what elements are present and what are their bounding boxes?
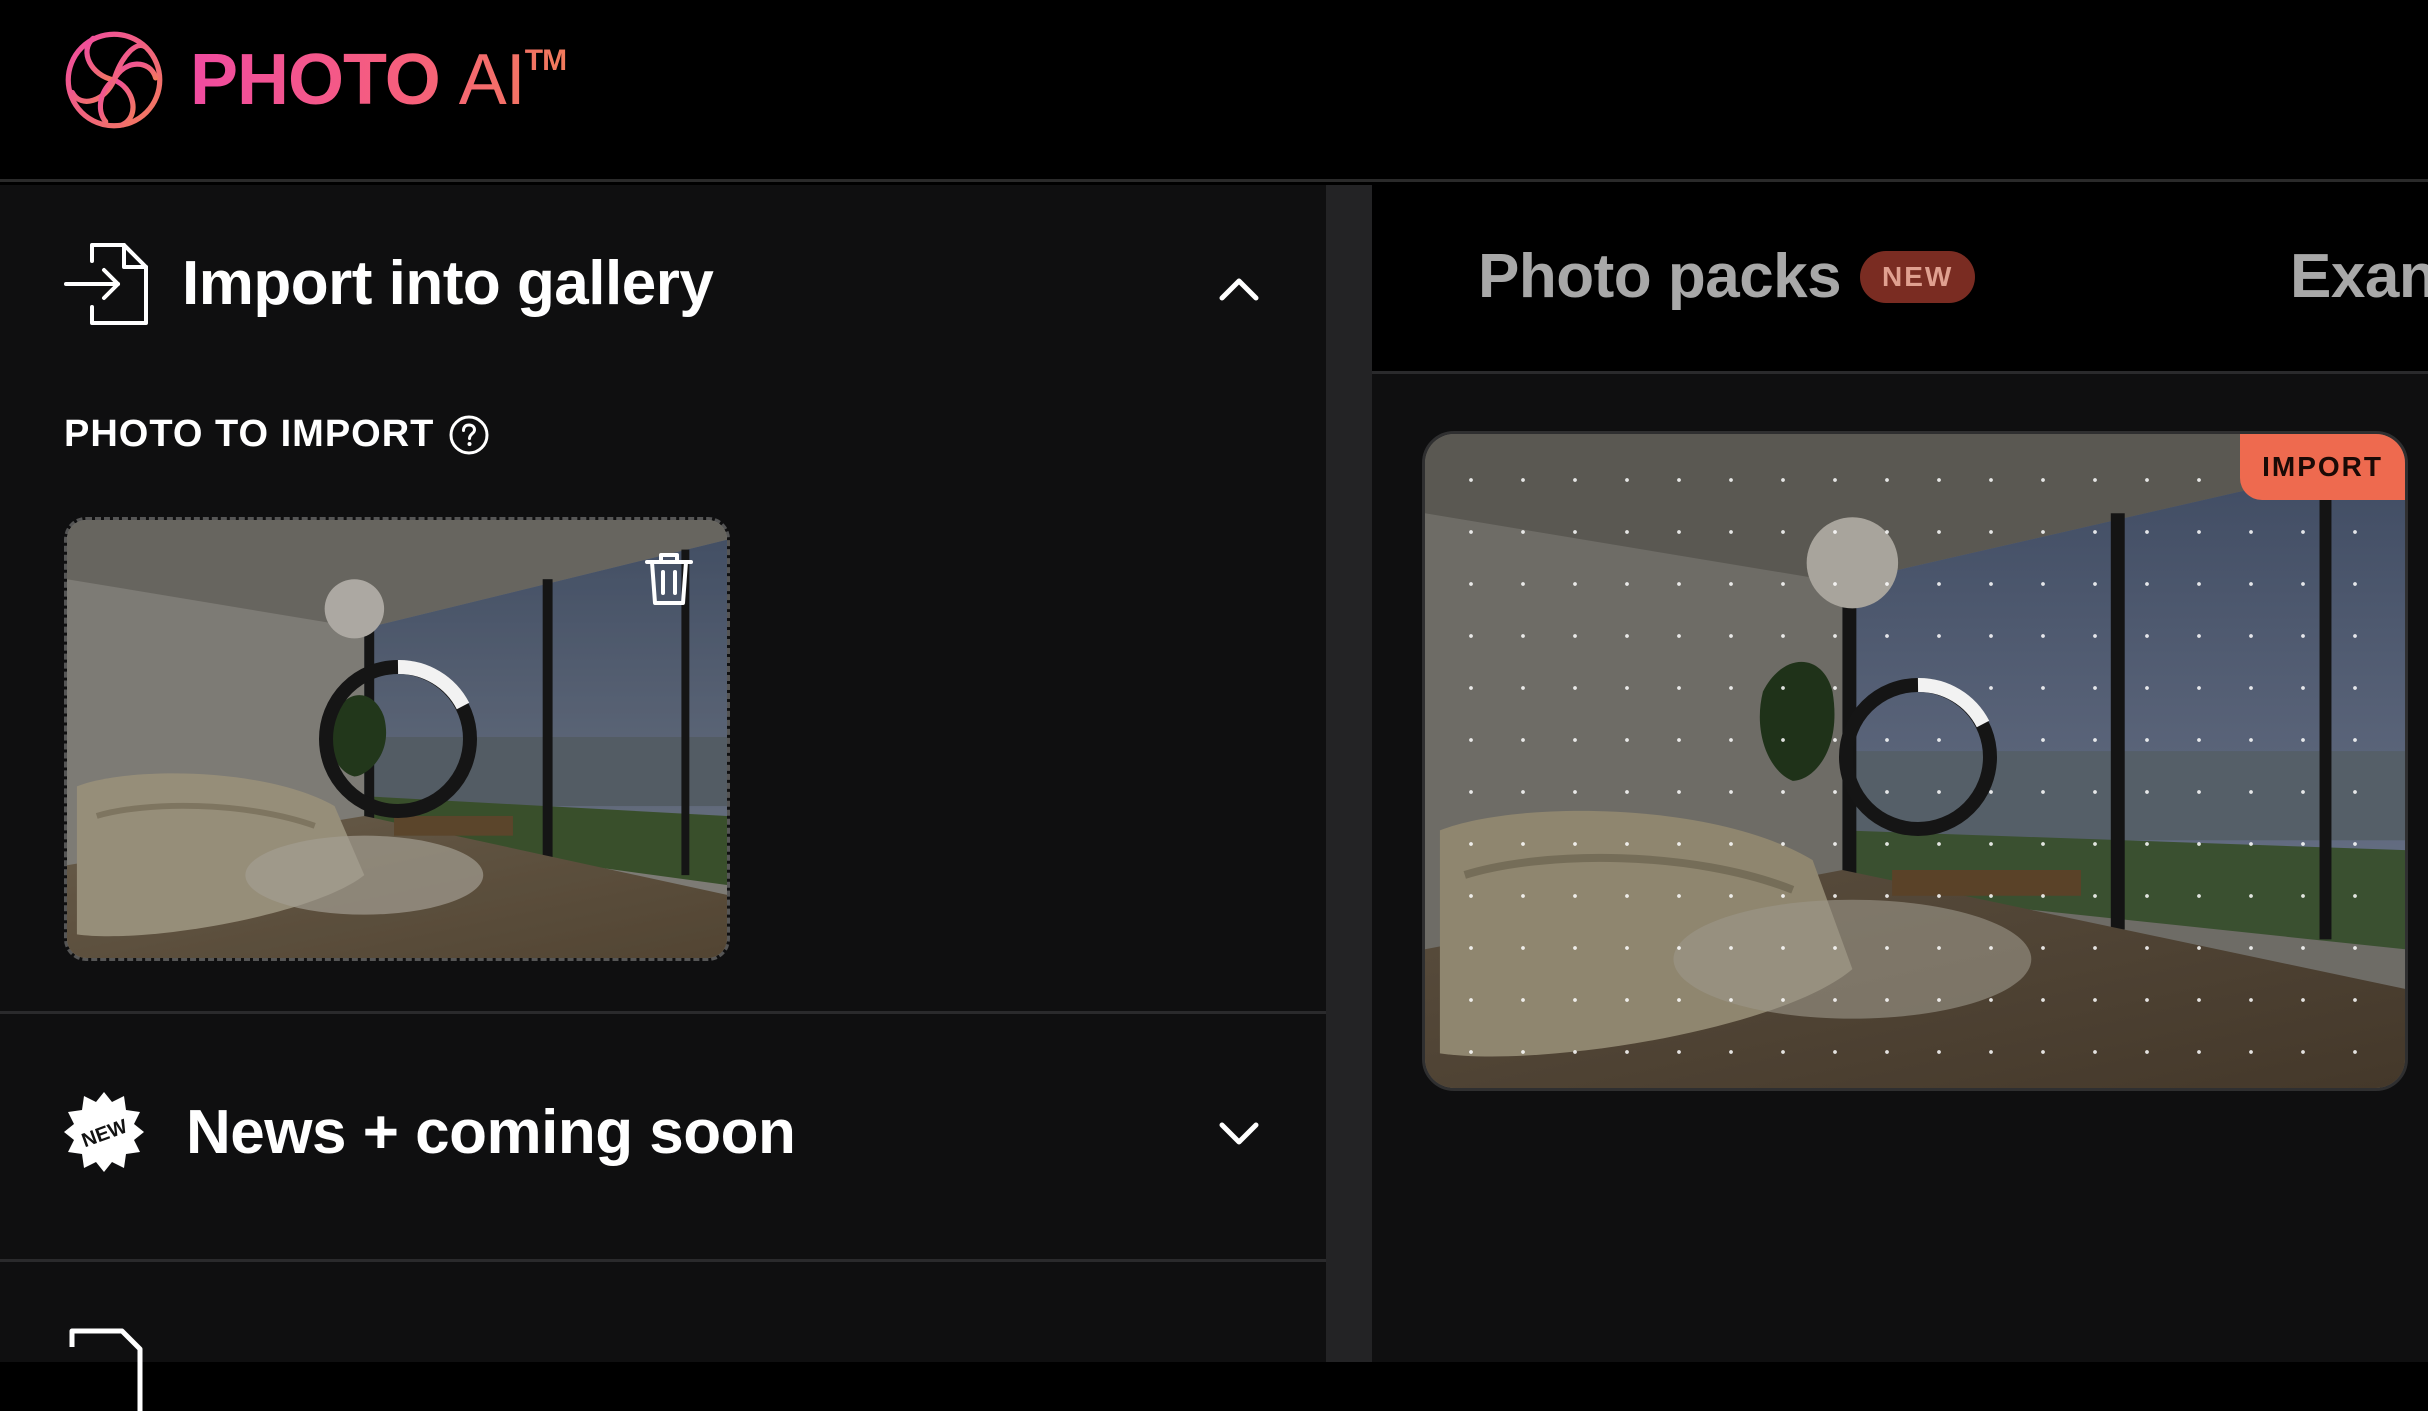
brand-name-ai: AI <box>458 40 525 120</box>
chevron-up-icon[interactable] <box>1212 262 1266 316</box>
import-preview-image[interactable]: IMPORT <box>1422 431 2408 1091</box>
panel-divider[interactable] <box>1326 185 1372 1362</box>
import-section-header[interactable]: Import into gallery <box>62 237 714 329</box>
photo-to-import-label: PHOTO TO IMPORT <box>64 413 490 456</box>
trademark: TM <box>524 44 567 77</box>
left-panel: Import into gallery PHOTO TO IMPORT NEW … <box>0 185 1326 1411</box>
right-panel: Photo packs NEW Exan IMPORT <box>1372 185 2428 1362</box>
tab-examples[interactable]: Exan <box>2290 241 2428 312</box>
section-divider <box>0 1011 1326 1014</box>
import-section-title: Import into gallery <box>182 248 714 318</box>
spiral-logo-icon <box>65 31 163 129</box>
loading-spinner-icon <box>1839 677 1997 836</box>
brand-name-bold: PHOTO <box>190 40 440 120</box>
top-header: PHOTO AITM <box>0 0 2428 182</box>
chevron-down-icon[interactable] <box>1212 1107 1266 1161</box>
news-section-title: News + coming soon <box>186 1097 796 1167</box>
news-section-header[interactable]: NEW News + coming soon <box>62 1090 796 1174</box>
tab-photo-packs[interactable]: Photo packs <box>1478 241 1842 312</box>
photo-to-import-text: PHOTO TO IMPORT <box>64 413 435 455</box>
import-file-icon <box>64 243 148 325</box>
document-icon <box>69 1328 143 1411</box>
photo-ai-logo[interactable]: PHOTO AITM <box>62 28 566 132</box>
import-photo-thumbnail[interactable] <box>64 517 730 961</box>
tab-bar: Photo packs NEW Exan <box>1372 185 2428 374</box>
question-circle-icon[interactable] <box>448 414 490 456</box>
import-badge: IMPORT <box>2240 434 2405 500</box>
next-section-header-cut-off[interactable] <box>62 1327 146 1411</box>
new-badge: NEW <box>1860 251 1976 303</box>
section-divider <box>0 1259 1326 1262</box>
loading-spinner-icon <box>319 659 477 818</box>
trash-icon[interactable] <box>637 546 701 610</box>
brand-name: PHOTO AITM <box>190 39 566 121</box>
new-badge-icon: NEW <box>64 1092 144 1172</box>
